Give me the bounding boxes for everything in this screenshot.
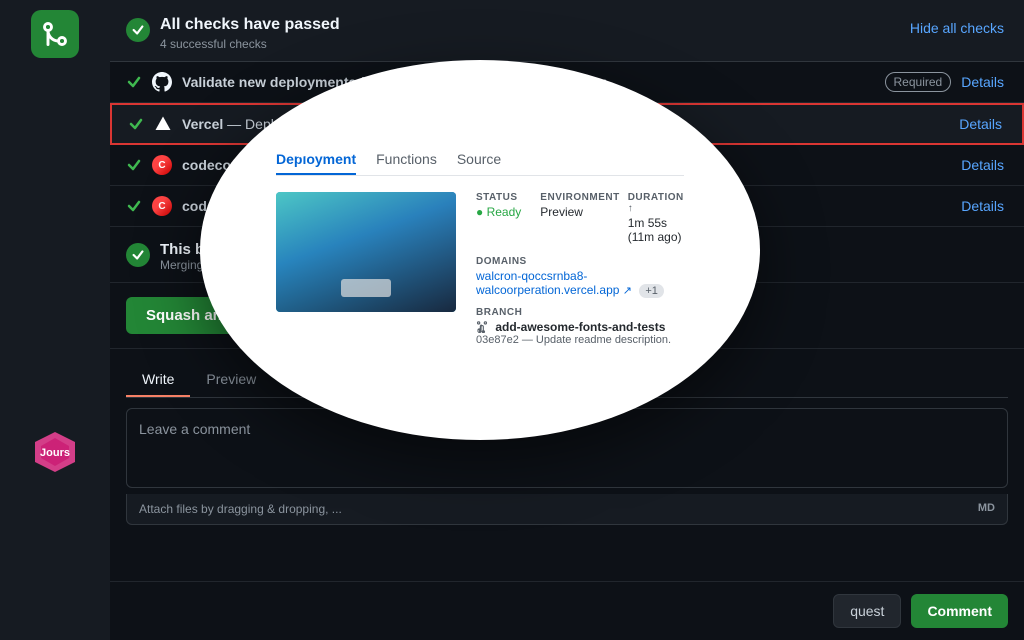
tooltip-tab-source[interactable]: Source (457, 145, 501, 175)
checks-title: All checks have passed (160, 16, 340, 34)
domains-section: DOMAINS walcron-qoccsrnba8-walcoorperati… (476, 256, 684, 297)
domain-link[interactable]: walcron-qoccsrnba8-walcoorperation.verce… (476, 269, 619, 297)
attach-bar: Attach files by dragging & dropping, ...… (126, 494, 1008, 525)
codecov-project-logo-icon: C (152, 196, 172, 216)
check-codecov-project-details-link[interactable]: Details (961, 198, 1004, 214)
status-label: STATUS (476, 192, 532, 203)
vercel-deployment-tooltip: Deployment Functions Source STATUS (200, 60, 760, 440)
tooltip-tabs: Deployment Functions Source (276, 145, 684, 176)
attach-text: Attach files by dragging & dropping, ... (139, 502, 342, 516)
tooltip-content: STATUS ● Ready ENVIRONMENT Preview DURAT… (276, 192, 684, 356)
checks-subtitle: 4 successful checks (160, 37, 340, 51)
branch-label: BRANCH (476, 307, 684, 318)
tab-write[interactable]: Write (126, 363, 190, 397)
domain-icon: ↗ (623, 285, 632, 297)
check-vercel-icon (128, 116, 144, 132)
bottom-bar: quest Comment (110, 581, 1024, 640)
tooltip-inner: Deployment Functions Source STATUS (256, 125, 704, 376)
environment-label: ENVIRONMENT (540, 192, 619, 203)
check-codecov-patch-details-link[interactable]: Details (961, 157, 1004, 173)
request-button[interactable]: quest (833, 594, 901, 628)
check-validate-details-link[interactable]: Details (961, 74, 1004, 90)
environment-value: Preview (540, 205, 619, 219)
checks-header: All checks have passed 4 successful chec… (110, 0, 1024, 62)
no-conflicts-icon (126, 243, 150, 267)
hide-all-checks-link[interactable]: Hide all checks (910, 20, 1004, 36)
domains-label: DOMAINS (476, 256, 684, 267)
status-value: ● Ready (476, 205, 532, 219)
sidebar: Jours (0, 0, 110, 640)
duration-label: DURATION ↑ (628, 192, 684, 214)
branch-section: BRANCH add-awesome-fonts-and-tests 03e87… (476, 307, 684, 346)
deployment-preview-image (276, 192, 456, 312)
duration-value: 1m 55s (11m ago) (628, 216, 684, 244)
git-branch-icon (476, 321, 488, 333)
required-badge: Required (885, 72, 952, 92)
brand-avatar[interactable]: Jours (31, 428, 79, 479)
commit-text: 03e87e2 — Update readme description. (476, 334, 684, 346)
git-icon[interactable] (31, 10, 79, 58)
check-codecov-patch-icon (126, 157, 142, 173)
svg-text:Jours: Jours (40, 447, 70, 459)
tooltip-meta: STATUS ● Ready ENVIRONMENT Preview DURAT… (476, 192, 684, 356)
check-validate-icon (126, 74, 142, 90)
vercel-logo-icon (154, 115, 172, 133)
checks-pass-icon (126, 18, 150, 42)
tooltip-tab-functions[interactable]: Functions (376, 145, 437, 175)
comment-submit-button[interactable]: Comment (911, 594, 1008, 628)
check-codecov-project-icon (126, 198, 142, 214)
github-logo-icon (152, 72, 172, 92)
domain-plus-badge: +1 (639, 284, 664, 298)
check-vercel-details-link[interactable]: Details (959, 116, 1002, 132)
branch-name: add-awesome-fonts-and-tests (495, 320, 665, 334)
comment-placeholder: Leave a comment (139, 421, 250, 437)
codecov-patch-logo-icon: C (152, 155, 172, 175)
markdown-icon: MD (978, 502, 995, 516)
